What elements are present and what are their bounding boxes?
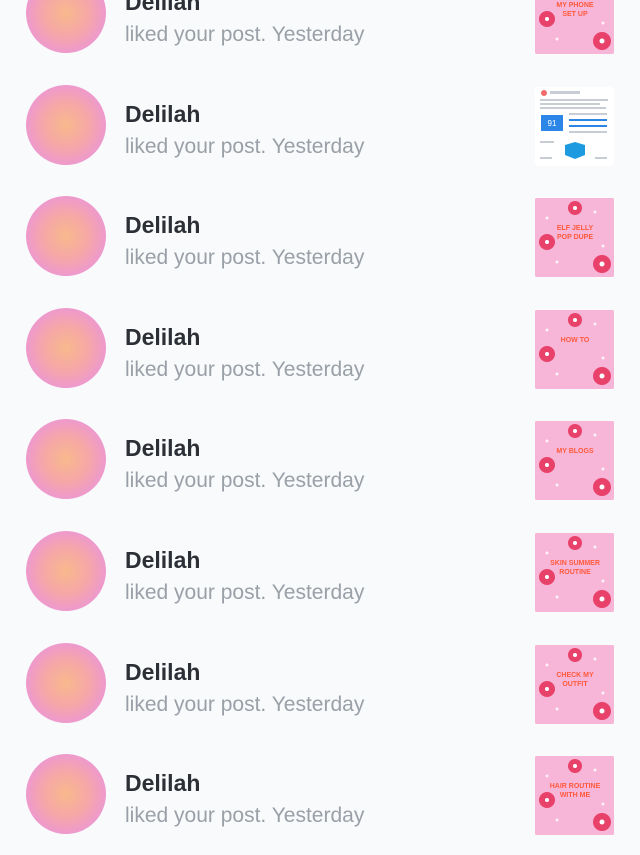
avatar[interactable] [26, 307, 106, 388]
notification-list: Delilah liked your post. Yesterday MY PHO… [0, 0, 640, 855]
user-name[interactable]: Delilah [125, 0, 200, 16]
svg-text:ELF JELLY: ELF JELLY [557, 225, 594, 232]
notification-text: liked your post. Yesterday [125, 358, 364, 382]
notification-time: Yesterday [271, 692, 365, 716]
svg-text:91: 91 [548, 119, 557, 128]
avatar[interactable] [26, 642, 106, 723]
notification-row[interactable]: Delilah liked your post. Yesterday 91 [0, 69, 640, 181]
avatar[interactable] [26, 419, 106, 500]
svg-text:HAIR ROUTINE: HAIR ROUTINE [550, 783, 601, 790]
notification-text: liked your post. Yesterday [125, 469, 364, 493]
notification-text: liked your post. Yesterday [125, 135, 364, 159]
user-name[interactable]: Delilah [125, 101, 200, 128]
user-name[interactable]: Delilah [125, 212, 200, 239]
user-name[interactable]: Delilah [125, 435, 200, 462]
pink-post-thumbnail[interactable]: MY PHONE SET UP [535, 0, 614, 54]
notification-action: liked your post. [125, 246, 267, 270]
user-name[interactable]: Delilah [125, 659, 200, 686]
notification-row[interactable]: Delilah liked your post. Yesterday HAIR R… [0, 738, 640, 850]
notification-text: liked your post. Yesterday [125, 246, 364, 270]
avatar[interactable] [26, 0, 106, 53]
avatar[interactable] [26, 196, 106, 277]
notification-action: liked your post. [125, 804, 267, 828]
svg-text:HOW TO: HOW TO [561, 337, 590, 344]
notification-text: liked your post. Yesterday [125, 804, 364, 828]
notification-action: liked your post. [125, 357, 267, 381]
notification-row[interactable]: Delilah liked your post. Yesterday HOW TO [0, 292, 640, 404]
user-name[interactable]: Delilah [125, 324, 200, 351]
notification-text: liked your post. Yesterday [125, 693, 364, 717]
pink-post-thumbnail[interactable]: HAIR ROUTINE WITH ME [535, 756, 614, 836]
pink-post-thumbnail[interactable]: ELF JELLY POP DUPE [535, 198, 614, 278]
avatar[interactable] [26, 754, 106, 835]
screenshot-post-thumbnail[interactable]: 91 [535, 86, 614, 166]
notification-row[interactable]: Delilah liked your post. Yesterday MY BLO… [0, 403, 640, 515]
svg-text:WITH ME: WITH ME [560, 792, 591, 799]
notification-row[interactable]: Delilah liked your post. Yesterday CHECK … [0, 627, 640, 739]
pink-post-thumbnail[interactable]: MY BLOGS [535, 421, 614, 501]
user-name[interactable]: Delilah [125, 547, 200, 574]
notification-text: liked your post. Yesterday [125, 581, 364, 605]
notification-action: liked your post. [125, 581, 267, 604]
avatar[interactable] [26, 84, 106, 165]
notification-time: Yesterday [271, 357, 365, 381]
notification-action: liked your post. [125, 23, 267, 46]
notification-row[interactable]: Delilah liked your post. Yesterday MY PHO… [0, 0, 640, 69]
notification-action: liked your post. [125, 469, 267, 493]
notification-action: liked your post. [125, 134, 267, 158]
svg-text:MY PHONE: MY PHONE [556, 2, 594, 9]
svg-text:OUTFIT: OUTFIT [562, 681, 588, 688]
notification-row[interactable]: Delilah liked your post. Yesterday SKIN S… [0, 515, 640, 627]
svg-text:POP DUPE: POP DUPE [557, 234, 593, 241]
pink-post-thumbnail[interactable]: HOW TO [535, 309, 614, 389]
notification-text: liked your post. Yesterday [125, 23, 364, 47]
svg-text:SET UP: SET UP [562, 11, 588, 18]
notification-time: Yesterday [271, 581, 365, 604]
notification-time: Yesterday [271, 246, 365, 270]
svg-text:ROUTINE: ROUTINE [559, 569, 591, 576]
notification-row[interactable]: Delilah liked your post. Yesterday ELF JE… [0, 180, 640, 292]
avatar[interactable] [26, 531, 106, 611]
notification-time: Yesterday [271, 23, 365, 46]
notification-time: Yesterday [271, 804, 365, 828]
svg-text:CHECK MY: CHECK MY [556, 672, 594, 679]
notification-time: Yesterday [271, 134, 365, 158]
notification-time: Yesterday [271, 469, 365, 493]
user-name[interactable]: Delilah [125, 770, 200, 797]
pink-post-thumbnail[interactable]: CHECK MY OUTFIT [535, 644, 614, 724]
pink-post-thumbnail[interactable]: SKIN SUMMER ROUTINE [535, 533, 614, 612]
svg-text:SKIN SUMMER: SKIN SUMMER [550, 560, 600, 567]
svg-text:MY BLOGS: MY BLOGS [556, 448, 594, 455]
notification-action: liked your post. [125, 692, 267, 716]
